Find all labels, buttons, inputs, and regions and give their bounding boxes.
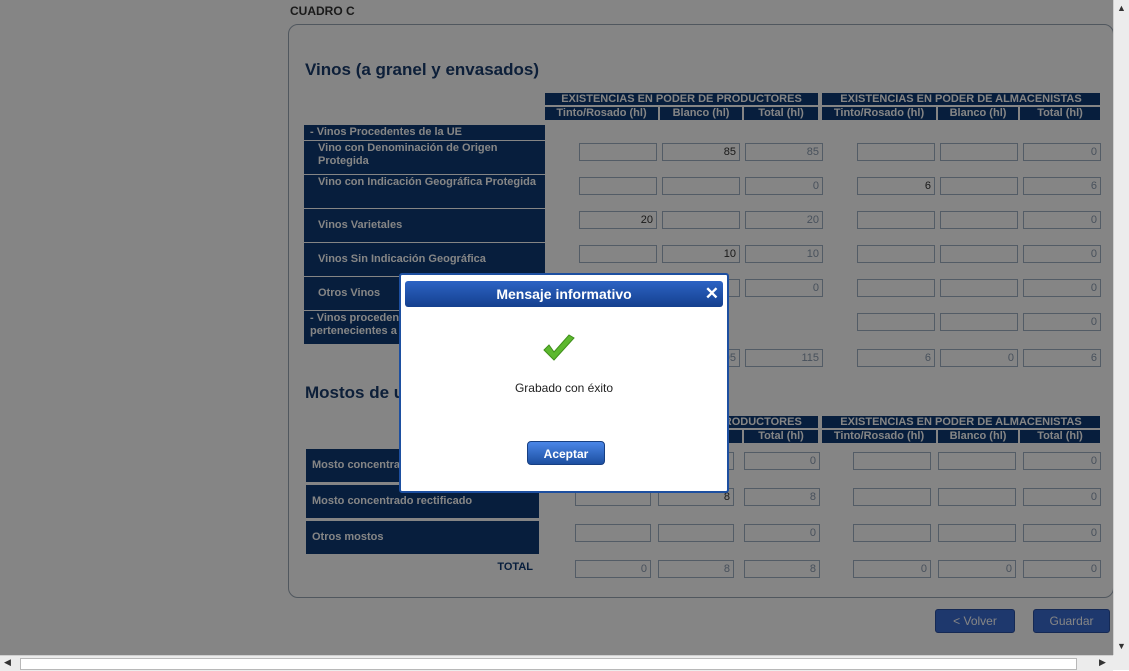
- dialog-title: Mensaje informativo: [496, 286, 632, 302]
- horizontal-scrollbar[interactable]: ◀ ▶: [0, 655, 1113, 671]
- scroll-right-icon[interactable]: ▶: [1099, 657, 1106, 668]
- horizontal-scroll-thumb[interactable]: [20, 658, 1077, 670]
- scroll-left-icon[interactable]: ◀: [4, 657, 11, 668]
- dialog-message: Grabado con éxito: [514, 381, 614, 395]
- close-icon[interactable]: ✕: [705, 281, 719, 307]
- scroll-up-icon[interactable]: ▲: [1117, 3, 1126, 13]
- scrollbar-corner: [1113, 655, 1129, 670]
- aceptar-button[interactable]: Aceptar: [527, 441, 605, 465]
- dialog-header: Mensaje informativo ✕: [405, 281, 723, 307]
- info-dialog: Mensaje informativo ✕ Grabado con éxito …: [399, 273, 729, 493]
- vertical-scrollbar[interactable]: ▲ ▼: [1113, 0, 1129, 655]
- check-icon: [543, 334, 575, 361]
- scroll-down-icon[interactable]: ▼: [1117, 641, 1126, 651]
